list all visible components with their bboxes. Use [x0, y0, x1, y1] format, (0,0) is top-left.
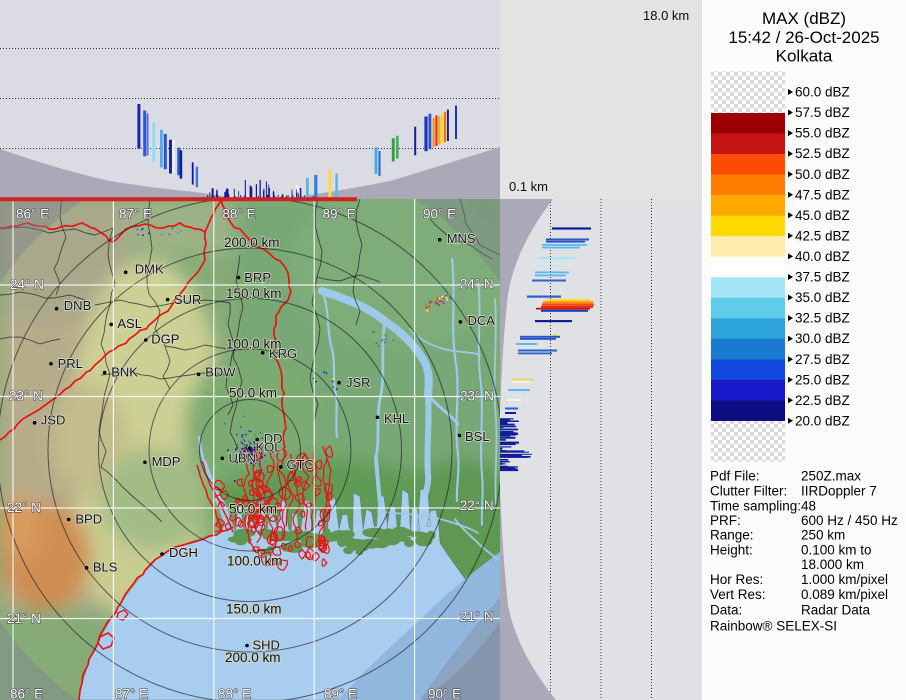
svg-text:35.0 dBZ: 35.0 dBZ [795, 290, 850, 305]
svg-text:87° E: 87° E [119, 207, 152, 222]
svg-text:22° N: 22° N [7, 500, 41, 515]
svg-text:200.0 km: 200.0 km [225, 650, 281, 665]
svg-text:37.5 dBZ: 37.5 dBZ [795, 270, 850, 285]
svg-text:Kolkata: Kolkata [776, 47, 833, 66]
svg-text:DCA: DCA [468, 313, 496, 328]
svg-text:21° N: 21° N [460, 609, 494, 624]
svg-text:Rainbow® SELEX-SI: Rainbow® SELEX-SI [710, 619, 837, 634]
svg-text:88° E: 88° E [222, 207, 255, 222]
svg-text:47.5 dBZ: 47.5 dBZ [795, 187, 850, 202]
svg-text:JSD: JSD [41, 413, 66, 428]
svg-text:25.0 dBZ: 25.0 dBZ [795, 372, 850, 387]
svg-text:Vert Res:: Vert Res: [710, 587, 766, 602]
svg-text:24° N: 24° N [460, 277, 494, 292]
svg-text:PRL: PRL [58, 356, 83, 371]
svg-text:0.089 km/pixel: 0.089 km/pixel [801, 587, 888, 602]
svg-text:23° N: 23° N [9, 389, 43, 404]
svg-text:250 km: 250 km [801, 528, 845, 543]
svg-text:40.0 dBZ: 40.0 dBZ [795, 249, 850, 264]
svg-text:DGH: DGH [169, 545, 198, 560]
svg-text:30.0 dBZ: 30.0 dBZ [795, 331, 850, 346]
svg-text:MNS: MNS [447, 231, 476, 246]
svg-text:MAX (dBZ): MAX (dBZ) [762, 9, 846, 28]
svg-text:KHL: KHL [384, 411, 409, 426]
svg-text:BSL: BSL [465, 429, 490, 444]
svg-text:32.5 dBZ: 32.5 dBZ [795, 311, 850, 326]
svg-text:IIRDoppler 7: IIRDoppler 7 [801, 484, 877, 499]
svg-text:52.5 dBZ: 52.5 dBZ [795, 146, 850, 161]
svg-text:20.0 dBZ: 20.0 dBZ [795, 413, 850, 428]
svg-text:50.0 dBZ: 50.0 dBZ [795, 167, 850, 182]
svg-text:60.0 dBZ: 60.0 dBZ [795, 85, 850, 100]
svg-text:BPD: BPD [75, 511, 102, 526]
svg-text:150.0 km: 150.0 km [226, 602, 282, 617]
svg-text:DMK: DMK [135, 261, 164, 276]
svg-text:86° E: 86° E [16, 207, 49, 222]
svg-text:50.0 km: 50.0 km [229, 386, 277, 401]
svg-text:BDW: BDW [205, 364, 236, 379]
svg-text:DNB: DNB [64, 298, 91, 313]
svg-text:Height:: Height: [710, 543, 753, 558]
svg-text:Pdf File:: Pdf File: [710, 469, 760, 484]
svg-text:JSR: JSR [346, 375, 371, 390]
svg-text:250Z.max: 250Z.max [801, 469, 861, 484]
svg-text:KOL: KOL [256, 439, 282, 454]
svg-text:42.5 dBZ: 42.5 dBZ [795, 228, 850, 243]
svg-text:BLS: BLS [93, 560, 118, 575]
svg-text:50.0 km: 50.0 km [229, 502, 277, 517]
svg-text:90° E: 90° E [423, 207, 456, 222]
svg-text:Range:: Range: [710, 528, 754, 543]
svg-text:600 Hz / 450 Hz: 600 Hz / 450 Hz [801, 513, 898, 528]
svg-text:Hor Res:: Hor Res: [710, 572, 763, 587]
svg-text:48: 48 [801, 499, 816, 514]
svg-text:Radar Data: Radar Data [801, 603, 871, 618]
svg-text:Data:: Data: [710, 603, 742, 618]
svg-text:88° E: 88° E [218, 687, 251, 700]
svg-text:SUR: SUR [174, 292, 201, 307]
svg-text:150.0 km: 150.0 km [226, 286, 282, 301]
svg-text:23° N: 23° N [460, 389, 494, 404]
svg-text:27.5 dBZ: 27.5 dBZ [795, 352, 850, 367]
svg-text:MDP: MDP [152, 454, 181, 469]
svg-text:24° N: 24° N [10, 277, 44, 292]
svg-text:200.0 km: 200.0 km [224, 235, 280, 250]
svg-text:90° E: 90° E [428, 687, 461, 700]
svg-text:55.0 dBZ: 55.0 dBZ [795, 126, 850, 141]
svg-text:100.0 km: 100.0 km [226, 337, 282, 352]
svg-text:15:42 / 26-Oct-2025: 15:42 / 26-Oct-2025 [728, 28, 879, 47]
svg-text:Clutter Filter:: Clutter Filter: [710, 484, 787, 499]
svg-text:57.5 dBZ: 57.5 dBZ [795, 105, 850, 120]
svg-text:1.000 km/pixel: 1.000 km/pixel [801, 572, 888, 587]
svg-text:22° N: 22° N [460, 498, 494, 513]
svg-text:UBN: UBN [229, 450, 256, 465]
svg-text:86° E: 86° E [10, 687, 43, 700]
svg-text:Time sampling:: Time sampling: [710, 499, 801, 514]
svg-text:21° N: 21° N [7, 611, 41, 626]
svg-text:BNK: BNK [111, 365, 138, 380]
svg-text:ASL: ASL [117, 316, 142, 331]
svg-text:DGP: DGP [151, 332, 179, 347]
svg-text:0.100 km to: 0.100 km to [801, 543, 872, 558]
svg-text:89° E: 89° E [324, 687, 357, 700]
svg-text:89° E: 89° E [323, 207, 356, 222]
svg-text:22.5 dBZ: 22.5 dBZ [795, 393, 850, 408]
svg-text:100.0 km: 100.0 km [227, 554, 283, 569]
svg-text:87° E: 87° E [115, 687, 148, 700]
svg-text:BRP: BRP [244, 270, 271, 285]
svg-text:GTC: GTC [287, 457, 314, 472]
svg-text:45.0 dBZ: 45.0 dBZ [795, 208, 850, 223]
svg-text:PRF:: PRF: [710, 513, 741, 528]
svg-text:18.000 km: 18.000 km [801, 557, 864, 572]
